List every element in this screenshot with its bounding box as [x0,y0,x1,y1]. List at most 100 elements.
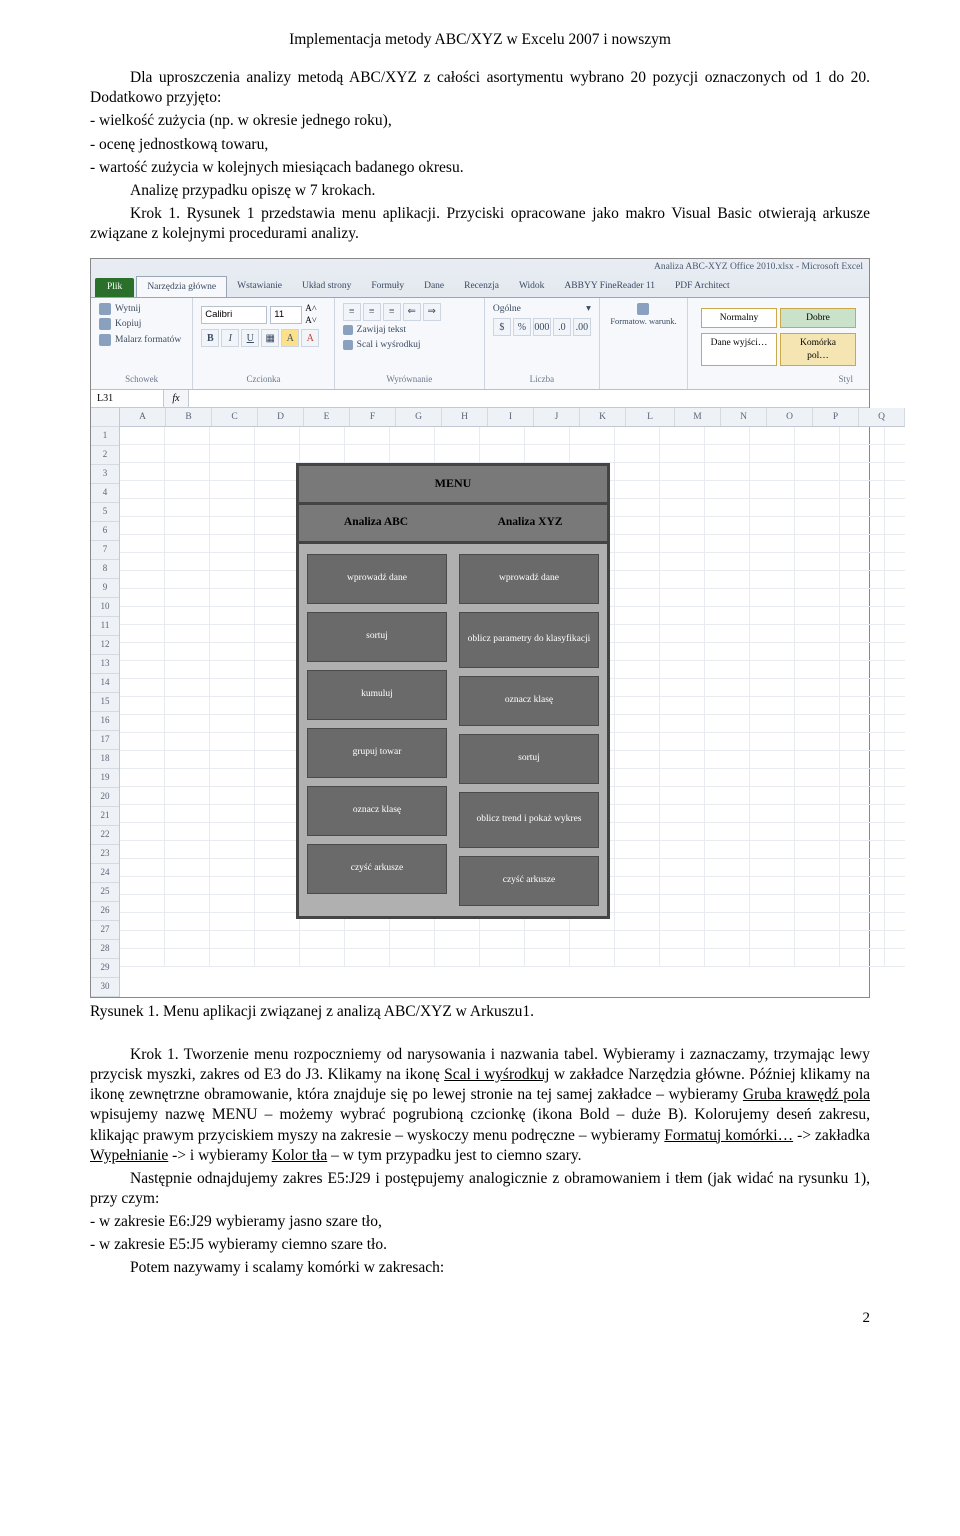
painter-button[interactable]: Malarz formatów [115,334,181,346]
menu-button[interactable]: oznacz klasę [307,786,447,836]
style-calc[interactable]: Komórka pol… [780,333,856,366]
tab-view[interactable]: Widok [509,276,554,297]
row-header[interactable]: 21 [91,807,119,826]
wrap-button[interactable]: Zawijaj tekst [357,324,406,336]
menu-button[interactable]: sortuj [459,734,599,784]
style-normal[interactable]: Normalny [701,308,777,328]
tab-home[interactable]: Narzędzia główne [136,276,227,297]
tab-insert[interactable]: Wstawianie [227,276,292,297]
cond-format-button[interactable]: Formatow. warunk. [610,316,676,327]
formula-bar[interactable] [189,390,869,407]
row-header[interactable]: 12 [91,636,119,655]
menu-button[interactable]: oblicz trend i pokaż wykres [459,792,599,848]
tab-layout[interactable]: Układ strony [292,276,361,297]
menu-button[interactable]: grupuj towar [307,728,447,778]
row-header[interactable]: 5 [91,503,119,522]
row-header[interactable]: 6 [91,522,119,541]
style-output[interactable]: Dane wyjści… [701,333,777,366]
group-alignment: Wyrównanie [343,374,476,386]
row-header[interactable]: 18 [91,750,119,769]
row-header[interactable]: 2 [91,446,119,465]
col-header[interactable]: I [488,408,534,426]
col-header[interactable]: P [813,408,859,426]
col-header[interactable]: D [258,408,304,426]
col-header[interactable]: A [120,408,166,426]
tab-abbyy[interactable]: ABBYY FineReader 11 [554,276,665,297]
row-header[interactable]: 28 [91,940,119,959]
menu-button[interactable]: czyść arkusze [307,844,447,894]
row-header[interactable]: 4 [91,484,119,503]
row-header[interactable]: 9 [91,579,119,598]
menu-button[interactable]: oblicz parametry do klasyfikacji [459,612,599,668]
row-header[interactable]: 22 [91,826,119,845]
style-good[interactable]: Dobre [780,308,856,328]
tab-review[interactable]: Recenzja [454,276,509,297]
row-header[interactable]: 23 [91,845,119,864]
tab-formulas[interactable]: Formuły [361,276,414,297]
copy-button[interactable]: Kopiuj [115,318,141,330]
col-header[interactable]: J [534,408,580,426]
grid-area[interactable]: MENU Analiza ABC Analiza XYZ wprowadź da… [120,427,905,967]
row-header[interactable]: 29 [91,959,119,978]
col-header[interactable]: K [580,408,626,426]
row-header[interactable]: 14 [91,674,119,693]
col-header[interactable]: O [767,408,813,426]
number-format[interactable]: Ogólne [493,303,521,315]
col-header[interactable]: C [212,408,258,426]
menu-button[interactable]: sortuj [307,612,447,662]
font-size-input[interactable] [270,306,302,324]
fx-icon[interactable]: fx [164,390,189,407]
row-header[interactable]: 20 [91,788,119,807]
row-header[interactable]: 30 [91,978,119,997]
paragraph: Potem nazywamy i scalamy komórki w zakre… [90,1258,870,1278]
row-header[interactable]: 24 [91,864,119,883]
row-header[interactable]: 26 [91,902,119,921]
col-header[interactable]: L [626,408,675,426]
col-header[interactable]: F [350,408,396,426]
row-header[interactable]: 3 [91,465,119,484]
list-item: - wartość zużycia w kolejnych miesiącach… [90,158,870,178]
col-header[interactable]: N [721,408,767,426]
row-header[interactable]: 25 [91,883,119,902]
menu-button[interactable]: kumuluj [307,670,447,720]
wrap-icon [343,325,353,335]
menu-button[interactable]: oznacz klasę [459,676,599,726]
page-title: Implementacja metody ABC/XYZ w Excelu 20… [90,30,870,50]
menu-button[interactable]: wprowadź dane [307,554,447,604]
merge-icon [343,340,353,350]
font-buttons[interactable]: BIU▦AA [201,329,325,347]
col-header[interactable]: H [442,408,488,426]
row-header[interactable]: 1 [91,427,119,446]
row-header[interactable]: 8 [91,560,119,579]
row-header[interactable]: 19 [91,769,119,788]
row-header[interactable]: 11 [91,617,119,636]
col-header[interactable]: E [304,408,350,426]
col-header[interactable]: B [166,408,212,426]
row-header[interactable]: 27 [91,921,119,940]
ribbon-tabs: Plik Narzędzia główne Wstawianie Układ s… [91,276,869,298]
row-header[interactable]: 16 [91,712,119,731]
excel-screenshot: Analiza ABC-XYZ Office 2010.xlsx - Micro… [90,258,870,997]
cond-format-icon [637,303,649,315]
col-header[interactable]: Q [859,408,905,426]
col-header[interactable]: G [396,408,442,426]
font-name-input[interactable] [201,306,267,324]
row-header[interactable]: 13 [91,655,119,674]
tab-data[interactable]: Dane [414,276,454,297]
row-header[interactable]: 7 [91,541,119,560]
row-header[interactable]: 15 [91,693,119,712]
tab-pdf[interactable]: PDF Architect [665,276,740,297]
window-title: Analiza ABC-XYZ Office 2010.xlsx - Micro… [654,261,863,273]
row-header[interactable]: 10 [91,598,119,617]
menu-button[interactable]: wprowadź dane [459,554,599,604]
tab-file[interactable]: Plik [95,278,134,297]
merge-button[interactable]: Scal i wyśrodkuj [357,339,421,351]
col-header[interactable]: M [675,408,721,426]
name-box[interactable]: L31 [91,390,164,407]
menu-button[interactable]: czyść arkusze [459,856,599,906]
row-header[interactable]: 17 [91,731,119,750]
cut-button[interactable]: Wytnij [115,303,141,315]
menu-col-a-header: Analiza ABC [299,505,453,541]
painter-icon [99,334,111,346]
paragraph: Krok 1. Rysunek 1 przedstawia menu aplik… [90,204,870,244]
